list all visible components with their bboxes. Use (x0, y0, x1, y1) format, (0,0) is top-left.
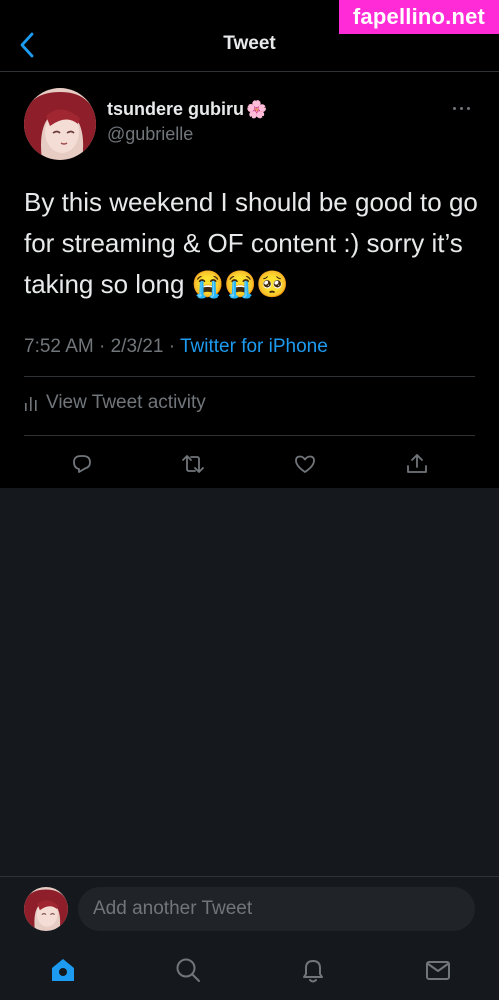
author-name[interactable]: tsundere gubiru 🌸 (107, 99, 267, 120)
home-icon (52, 959, 74, 981)
more-options-button[interactable] (453, 102, 475, 114)
tab-notifications[interactable] (298, 955, 328, 985)
retweet-button[interactable] (179, 450, 207, 478)
flower-emoji: 🌸 (246, 99, 268, 119)
retweet-icon (182, 455, 204, 473)
more-dot-icon (460, 106, 463, 110)
page-title: Tweet (223, 33, 276, 54)
tab-search[interactable] (173, 955, 203, 985)
watermark: fapellino.net (339, 0, 499, 34)
tweet-text: By this weekend I should be good to go f… (24, 187, 478, 299)
tweet-timestamp: 7:52 AM · 2/3/21 · (24, 336, 180, 357)
view-activity-label: View Tweet activity (46, 392, 206, 413)
reply-icon (73, 455, 91, 473)
reply-composer: Add another Tweet (0, 876, 499, 940)
divider (24, 376, 475, 377)
share-button[interactable] (403, 450, 431, 478)
tweet-source-link[interactable]: Twitter for iPhone (180, 336, 328, 357)
reply-button[interactable] (68, 450, 96, 478)
author-handle[interactable]: @gubrielle (107, 124, 193, 145)
view-activity-button[interactable]: View Tweet activity (24, 392, 206, 414)
messages-icon (426, 961, 450, 980)
bottom-tab-bar (0, 940, 499, 1000)
like-button[interactable] (291, 450, 319, 478)
tab-messages[interactable] (423, 955, 453, 985)
tweet-detail: tsundere gubiru 🌸 @gubrielle By this wee… (0, 72, 499, 488)
author-name-text: tsundere gubiru (107, 99, 245, 119)
more-dot-icon (453, 106, 456, 110)
like-icon (295, 455, 315, 473)
add-tweet-input[interactable]: Add another Tweet (78, 887, 475, 931)
notifications-icon (303, 960, 323, 983)
search-icon (176, 958, 200, 982)
composer-avatar[interactable] (24, 887, 68, 931)
divider (24, 435, 475, 436)
share-icon (407, 454, 427, 473)
tweet-actions (0, 444, 499, 484)
tab-home[interactable] (48, 955, 78, 985)
avatar[interactable] (24, 88, 96, 160)
activity-icon (25, 397, 37, 411)
more-dot-icon (467, 106, 470, 110)
tweet-meta: 7:52 AM · 2/3/21 · Twitter for iPhone (24, 336, 328, 358)
